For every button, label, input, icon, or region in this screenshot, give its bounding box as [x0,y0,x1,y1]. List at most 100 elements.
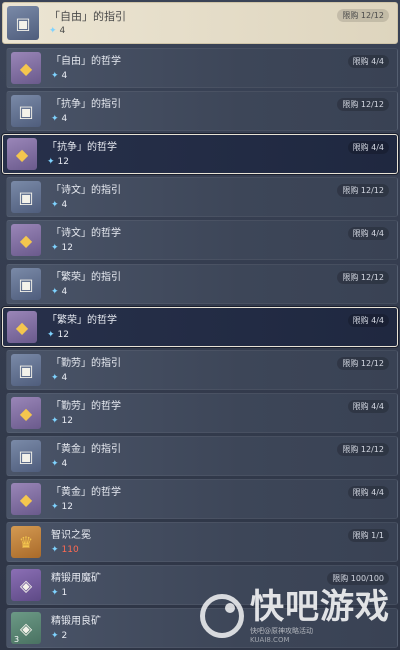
currency-icon: ✦ [47,330,55,340]
shop-header-item[interactable]: ▣ 「自由」的指引 ✦ 4 限购 12/12 [2,2,398,44]
ore-crystal-icon: ◈ 3 [11,612,41,644]
shop-item-row[interactable]: ▣ 「勤劳」的指引 ✦ 4 限购 12/12 [6,350,398,390]
philosophy-book-icon: ◆ [11,397,41,429]
item-cost: ✦ 12 [51,416,121,426]
item-cost: ✦ 110 [51,545,91,555]
guide-book-glyph: ▣ [18,101,34,121]
currency-icon: ✦ [51,200,59,210]
philosophy-book-glyph: ◆ [19,489,33,509]
cost-amount: 12 [61,416,73,426]
watermark-url: KUAI8.COM [250,636,290,644]
shop-item-row[interactable]: ◆ 「自由」的哲学 ✦ 4 限购 4/4 [6,48,398,88]
guide-book-glyph: ▣ [18,446,34,466]
shop-item-row[interactable]: ▣ 「黄金」的指引 ✦ 4 限购 12/12 [6,436,398,476]
item-cost: ✦ 2 [51,631,101,641]
shop-item-row[interactable]: ◆ 「诗文」的哲学 ✦ 12 限购 4/4 [6,220,398,260]
cost-amount: 1 [61,588,68,598]
purchase-limit-badge: 限购 12/12 [337,357,389,370]
currency-icon: ✦ [51,588,59,598]
item-cost: ✦ 4 [51,459,121,469]
guide-book-glyph: ▣ [18,360,34,380]
shop-item-row[interactable]: ◆ 「抗争」的哲学 ✦ 12 限购 4/4 [2,134,398,174]
item-name: 「繁荣」的指引 [51,272,121,283]
item-name: 「诗文」的指引 [51,185,121,196]
item-name: 「抗争」的哲学 [47,142,117,153]
item-cost: ✦ 12 [47,330,117,340]
cost-amount: 4 [61,114,68,124]
item-cost: ✦ 4 [51,373,121,383]
purchase-limit-badge: 限购 12/12 [337,98,389,111]
item-name: 精锻用良矿 [51,616,101,627]
item-name: 「自由」的哲学 [51,56,121,67]
cost-amount: 2 [61,631,68,641]
cost-amount: 4 [61,287,68,297]
item-cost: ✦ 4 [51,114,121,124]
purchase-limit-badge: 限购 4/4 [347,486,389,499]
purchase-limit-badge: 限购 4/4 [347,227,389,240]
shop-item-row[interactable]: ◆ 「黄金」的哲学 ✦ 12 限购 4/4 [6,479,398,519]
cost-amount: 12 [61,502,73,512]
watermark: 快吧游戏 快吧@原神攻略活动 KUAI8.COM [200,588,390,644]
guide-book-icon: ▣ [11,354,41,386]
guide-book-icon: ▣ [7,6,39,40]
cost-amount: 4 [61,200,68,210]
item-name: 「黄金」的哲学 [51,487,121,498]
shop-item-row[interactable]: ◆ 「繁荣」的哲学 ✦ 12 限购 4/4 [2,307,398,347]
currency-icon: ✦ [51,71,59,81]
item-cost: ✦ 4 [51,287,121,297]
item-name: 「勤劳」的指引 [51,358,121,369]
item-cost: ✦ 12 [51,243,121,253]
cost-amount: 4 [61,373,68,383]
purchase-limit-badge: 限购 12/12 [337,443,389,456]
shop-item-row[interactable]: ▣ 「抗争」的指引 ✦ 4 限购 12/12 [6,91,398,131]
currency-icon: ✦ [51,287,59,297]
shop-item-row[interactable]: ▣ 「诗文」的指引 ✦ 4 限购 12/12 [6,177,398,217]
purchase-limit-badge: 限购 12/12 [337,9,389,22]
item-name: 「黄金」的指引 [51,444,121,455]
purchase-limit-badge: 限购 1/1 [347,529,389,542]
watermark-logo-icon [200,594,244,638]
shop-item-row[interactable]: ◆ 「勤劳」的哲学 ✦ 12 限购 4/4 [6,393,398,433]
item-cost: ✦ 4 [49,26,126,36]
philosophy-book-icon: ◆ [11,52,41,84]
currency-icon: ✦ [51,373,59,383]
currency-icon: ✦ [51,545,59,555]
guide-book-icon: ▣ [11,268,41,300]
currency-icon: ✦ [47,157,55,167]
philosophy-book-icon: ◆ [7,311,37,343]
shop-item-list: ▣ 「自由」的指引 ✦ 4 限购 12/12 ◆ 「自由」的哲学 ✦ 4 限购 4/4 ▣… [0,0,400,650]
currency-icon: ✦ [51,416,59,426]
purchase-limit-badge: 限购 12/12 [337,271,389,284]
shop-item-row[interactable]: ♛ 智识之冕 ✦ 110 限购 1/1 [6,522,398,562]
cost-amount: 110 [61,545,79,555]
cost-amount: 12 [57,157,69,167]
item-name: 「诗文」的哲学 [51,228,121,239]
crown-glyph: ♛ [18,532,34,552]
cost-amount: 12 [57,330,69,340]
item-name: 「抗争」的指引 [51,99,121,110]
philosophy-book-glyph: ◆ [19,403,33,423]
philosophy-book-icon: ◆ [11,224,41,256]
philosophy-book-icon: ◆ [7,138,37,170]
item-count-corner: 3 [14,635,20,644]
currency-icon: ✦ [49,26,57,36]
philosophy-book-icon: ◆ [11,483,41,515]
purchase-limit-badge: 限购 4/4 [347,400,389,413]
guide-book-icon: ▣ [11,440,41,472]
item-cost: ✦ 1 [51,588,101,598]
crown-icon: ♛ [11,526,41,558]
item-cost: ✦ 12 [47,157,117,167]
purchase-limit-badge: 限购 100/100 [327,572,389,585]
philosophy-book-glyph: ◆ [15,317,29,337]
philosophy-book-glyph: ◆ [15,144,29,164]
guide-book-glyph: ▣ [18,187,34,207]
shop-item-row[interactable]: ▣ 「繁荣」的指引 ✦ 4 限购 12/12 [6,264,398,304]
purchase-limit-badge: 限购 4/4 [347,141,389,154]
currency-icon: ✦ [51,114,59,124]
purchase-limit-badge: 限购 4/4 [347,55,389,68]
item-cost: ✦ 4 [51,71,121,81]
cost-amount: 4 [61,71,68,81]
item-cost: ✦ 4 [51,200,121,210]
cost-amount: 4 [61,459,68,469]
guide-book-icon: ▣ [11,95,41,127]
